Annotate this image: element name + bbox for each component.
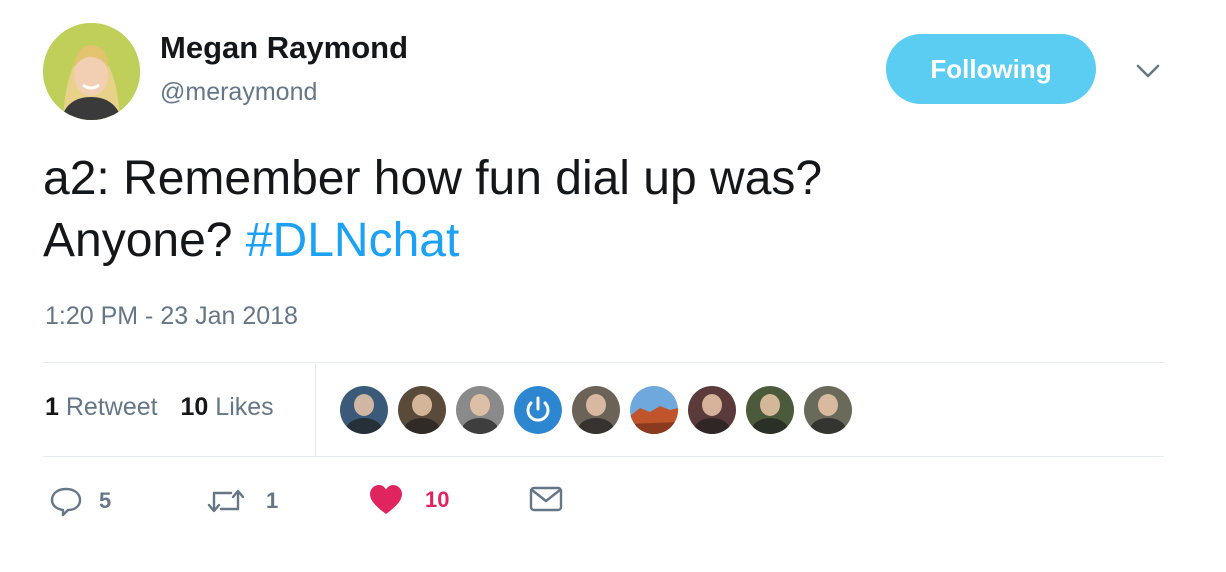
liker-shoulders <box>578 418 614 434</box>
liker-silhouette <box>354 394 374 416</box>
retweets-stat[interactable]: 1 Retweet <box>45 393 165 421</box>
retweets-label: Retweet <box>65 393 158 421</box>
retweet-icon <box>207 489 245 513</box>
liker-shoulders <box>462 418 498 434</box>
liker-avatar[interactable] <box>630 386 678 434</box>
author-handle[interactable]: @meraymond <box>160 78 317 107</box>
reply-icon <box>50 487 82 517</box>
divider-bottom <box>43 456 1164 457</box>
author-avatar[interactable] <box>43 23 140 120</box>
reply-button[interactable]: 5 <box>49 484 111 518</box>
liker-avatar[interactable] <box>688 386 736 434</box>
liker-shoulders <box>404 418 440 434</box>
retweets-count: 1 <box>45 393 59 421</box>
liker-avatar[interactable] <box>340 386 388 434</box>
likes-label: Likes <box>215 393 274 421</box>
liker-shoulders <box>694 418 730 434</box>
liker-silhouette <box>412 394 432 416</box>
liker-shoulders <box>752 418 788 434</box>
liker-silhouette <box>702 394 722 416</box>
liker-shoulders <box>810 418 846 434</box>
tweet-text: a2: Remember how fun dial up was? Anyone… <box>43 148 1163 272</box>
envelope-icon <box>529 486 563 512</box>
landscape-icon <box>630 386 678 434</box>
reply-count: 5 <box>99 488 112 513</box>
divider-top <box>43 362 1164 363</box>
likes-stat[interactable]: 10 Likes <box>181 393 274 421</box>
author-name[interactable]: Megan Raymond <box>160 30 408 66</box>
liker-avatar[interactable] <box>746 386 794 434</box>
liker-shoulders <box>346 418 382 434</box>
author-photo <box>43 23 140 120</box>
liker-silhouette <box>760 394 780 416</box>
chevron-down-icon[interactable] <box>1133 58 1163 84</box>
likers-avatars <box>340 386 862 434</box>
power-icon <box>514 386 562 434</box>
heart-icon <box>370 485 402 514</box>
tweet-stats: 1 Retweet 10 Likes <box>45 393 274 422</box>
liker-silhouette <box>586 394 606 416</box>
like-button[interactable]: 10 <box>369 484 449 516</box>
like-count: 10 <box>425 487 450 512</box>
stats-divider <box>315 364 316 457</box>
retweet-button[interactable]: 1 <box>206 484 278 518</box>
tweet-text-line1: a2: Remember how fun dial up was? <box>43 152 823 205</box>
liker-avatar[interactable] <box>572 386 620 434</box>
tweet-timestamp[interactable]: 1:20 PM - 23 Jan 2018 <box>45 302 298 331</box>
direct-message-button[interactable] <box>529 484 563 514</box>
tweet-text-line2: Anyone? <box>43 214 233 267</box>
liker-silhouette <box>470 394 490 416</box>
following-button[interactable]: Following <box>886 34 1096 104</box>
liker-silhouette <box>818 394 838 416</box>
hashtag-link[interactable]: #DLNchat <box>246 214 459 267</box>
liker-avatar[interactable] <box>514 386 562 434</box>
liker-avatar[interactable] <box>804 386 852 434</box>
likes-count: 10 <box>180 393 209 421</box>
liker-avatar[interactable] <box>456 386 504 434</box>
retweet-count: 1 <box>266 488 279 513</box>
liker-avatar[interactable] <box>398 386 446 434</box>
